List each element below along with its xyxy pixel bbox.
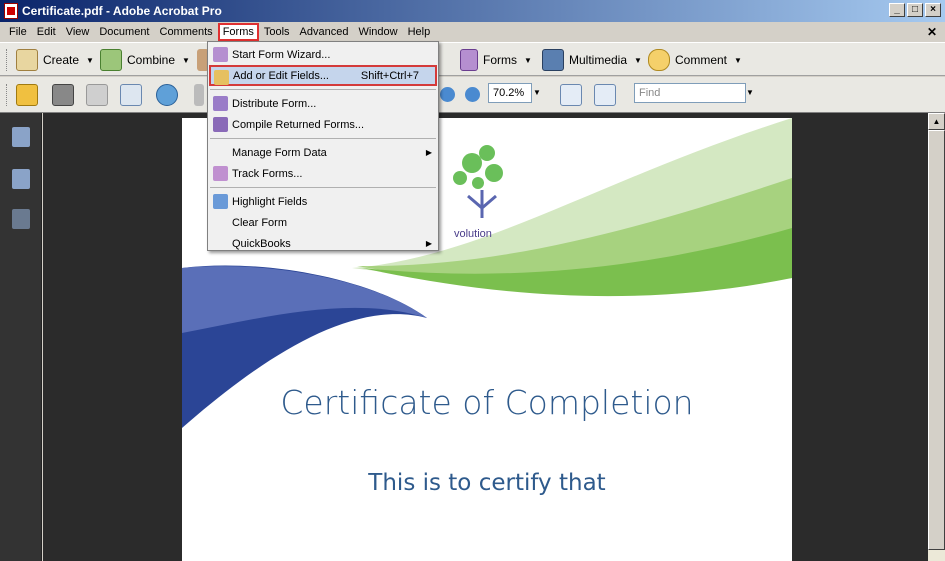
tasks-toolbar: Create ▼ Combine ▼ Forms ▼ Multimedia ▼ Comm…	[0, 42, 945, 76]
menu-item-label: QuickBooks	[232, 237, 291, 250]
certificate-subtitle: This is to certify that	[368, 470, 606, 496]
menu-item-add-edit-fields[interactable]: Add or Edit Fields... Shift+Ctrl+7	[209, 65, 437, 86]
multimedia-button[interactable]: Multimedia ▼	[542, 49, 642, 71]
create-label: Create	[43, 53, 80, 67]
menu-item-highlight-fields[interactable]: Highlight Fields	[208, 191, 438, 212]
menu-item-label: Add or Edit Fields...	[233, 69, 329, 82]
maximize-button[interactable]: □	[907, 3, 923, 17]
email-icon[interactable]	[120, 84, 142, 106]
window-title: Certificate.pdf - Adobe Acrobat Pro	[22, 4, 222, 18]
chevron-down-icon: ▼	[634, 55, 642, 65]
forms-button[interactable]: Forms ▼	[460, 49, 532, 71]
close-button[interactable]: ×	[925, 3, 941, 17]
menu-item-distribute-form[interactable]: Distribute Form...	[208, 93, 438, 114]
menu-separator	[210, 89, 436, 90]
menu-item-label: Clear Form	[232, 216, 288, 229]
combine-button[interactable]: Combine ▼	[100, 49, 190, 71]
chevron-down-icon: ▼	[182, 55, 190, 65]
print-icon[interactable]	[52, 84, 74, 106]
logo-tagline: volution	[454, 228, 492, 240]
menu-file[interactable]: File	[4, 24, 32, 40]
zoom-out-icon[interactable]	[440, 87, 455, 102]
menu-forms[interactable]: Forms	[217, 23, 259, 41]
multimedia-label: Multimedia	[569, 53, 628, 67]
compile-icon	[213, 117, 228, 132]
combine-label: Combine	[127, 53, 176, 67]
signatures-icon[interactable]	[12, 209, 30, 229]
highlight-fields-icon	[213, 194, 228, 209]
bookmarks-icon[interactable]	[12, 169, 30, 189]
menu-view[interactable]: View	[61, 24, 95, 40]
menu-separator	[210, 187, 436, 188]
certificate-title: Certificate of Completion	[280, 383, 694, 422]
combine-icon	[100, 49, 122, 71]
menu-item-label: Manage Form Data	[232, 146, 327, 159]
menu-comments[interactable]: Comments	[155, 24, 218, 40]
chevron-down-icon: ▼	[734, 55, 742, 65]
distribute-icon	[213, 96, 228, 111]
close-document-icon[interactable]: ✕	[927, 25, 937, 39]
menu-item-quickbooks[interactable]: QuickBooks ▶	[208, 233, 438, 254]
menu-tools[interactable]: Tools	[259, 24, 295, 40]
document-area[interactable]: volution Certificate of Completion This …	[43, 113, 928, 561]
menu-item-compile-returned-forms[interactable]: Compile Returned Forms...	[208, 114, 438, 135]
menu-edit[interactable]: Edit	[32, 24, 61, 40]
pages-icon[interactable]	[12, 127, 30, 147]
menu-window[interactable]: Window	[353, 24, 402, 40]
menu-item-label: Distribute Form...	[232, 97, 317, 110]
save-icon[interactable]	[86, 84, 108, 106]
window-controls: _ □ ×	[889, 3, 941, 17]
acrobat-pdf-icon	[4, 3, 18, 19]
toolbar-grip[interactable]	[6, 84, 9, 106]
fit-width-icon[interactable]	[560, 84, 582, 106]
comment-button[interactable]: Comment ▼	[648, 49, 742, 71]
create-icon	[16, 49, 38, 71]
zoom-level-input[interactable]: 70.2%	[488, 83, 532, 103]
navigation-pane	[0, 113, 42, 561]
zoom-in-icon[interactable]	[465, 87, 480, 102]
chevron-down-icon: ▼	[86, 55, 94, 65]
track-icon	[213, 166, 228, 181]
find-input[interactable]: Find	[634, 83, 746, 103]
back-icon[interactable]	[194, 84, 204, 106]
chevron-down-icon: ▼	[524, 55, 532, 65]
menu-item-clear-form[interactable]: Clear Form	[208, 212, 438, 233]
scroll-thumb[interactable]	[928, 130, 945, 550]
form-wizard-icon	[213, 47, 228, 62]
menu-item-start-form-wizard[interactable]: Start Form Wizard...	[208, 44, 438, 65]
find-dropdown-icon[interactable]: ▼	[746, 88, 754, 97]
comment-label: Comment	[675, 53, 728, 67]
menu-item-label: Track Forms...	[232, 167, 303, 180]
create-button[interactable]: Create ▼	[16, 49, 94, 71]
menu-advanced[interactable]: Advanced	[295, 24, 354, 40]
menu-separator	[210, 138, 436, 139]
comment-icon	[648, 49, 670, 71]
submenu-arrow-icon: ▶	[425, 148, 432, 157]
multimedia-icon	[542, 49, 564, 71]
menu-item-track-forms[interactable]: Track Forms...	[208, 163, 438, 184]
file-toolbar: 70.2% ▼ Find ▼	[0, 77, 945, 113]
menu-item-label: Highlight Fields	[232, 195, 308, 208]
toolbar-grip[interactable]	[6, 49, 9, 71]
forms-label: Forms	[483, 53, 517, 67]
menu-item-label: Start Form Wizard...	[232, 48, 331, 61]
submenu-arrow-icon: ▶	[425, 239, 432, 248]
menu-document[interactable]: Document	[94, 24, 154, 40]
zoom-dropdown-icon[interactable]: ▼	[533, 88, 541, 97]
menu-item-label: Compile Returned Forms...	[232, 118, 365, 131]
scroll-up-icon[interactable]: ▲	[928, 113, 945, 130]
menu-item-manage-form-data[interactable]: Manage Form Data ▶	[208, 142, 438, 163]
minimize-button[interactable]: _	[889, 3, 905, 17]
menu-item-shortcut: Shift+Ctrl+7	[360, 69, 419, 82]
open-folder-icon[interactable]	[16, 84, 38, 106]
edit-fields-icon	[214, 70, 229, 85]
title-bar: Certificate.pdf - Adobe Acrobat Pro _ □ …	[0, 0, 945, 22]
menu-bar: File Edit View Document Comments Forms T…	[0, 22, 945, 42]
globe-icon[interactable]	[156, 84, 178, 106]
forms-icon	[460, 49, 478, 71]
vertical-scrollbar[interactable]: ▲	[928, 113, 945, 561]
forms-menu: Start Form Wizard... Add or Edit Fields.…	[207, 41, 439, 251]
menu-help[interactable]: Help	[403, 24, 436, 40]
fit-page-icon[interactable]	[594, 84, 616, 106]
